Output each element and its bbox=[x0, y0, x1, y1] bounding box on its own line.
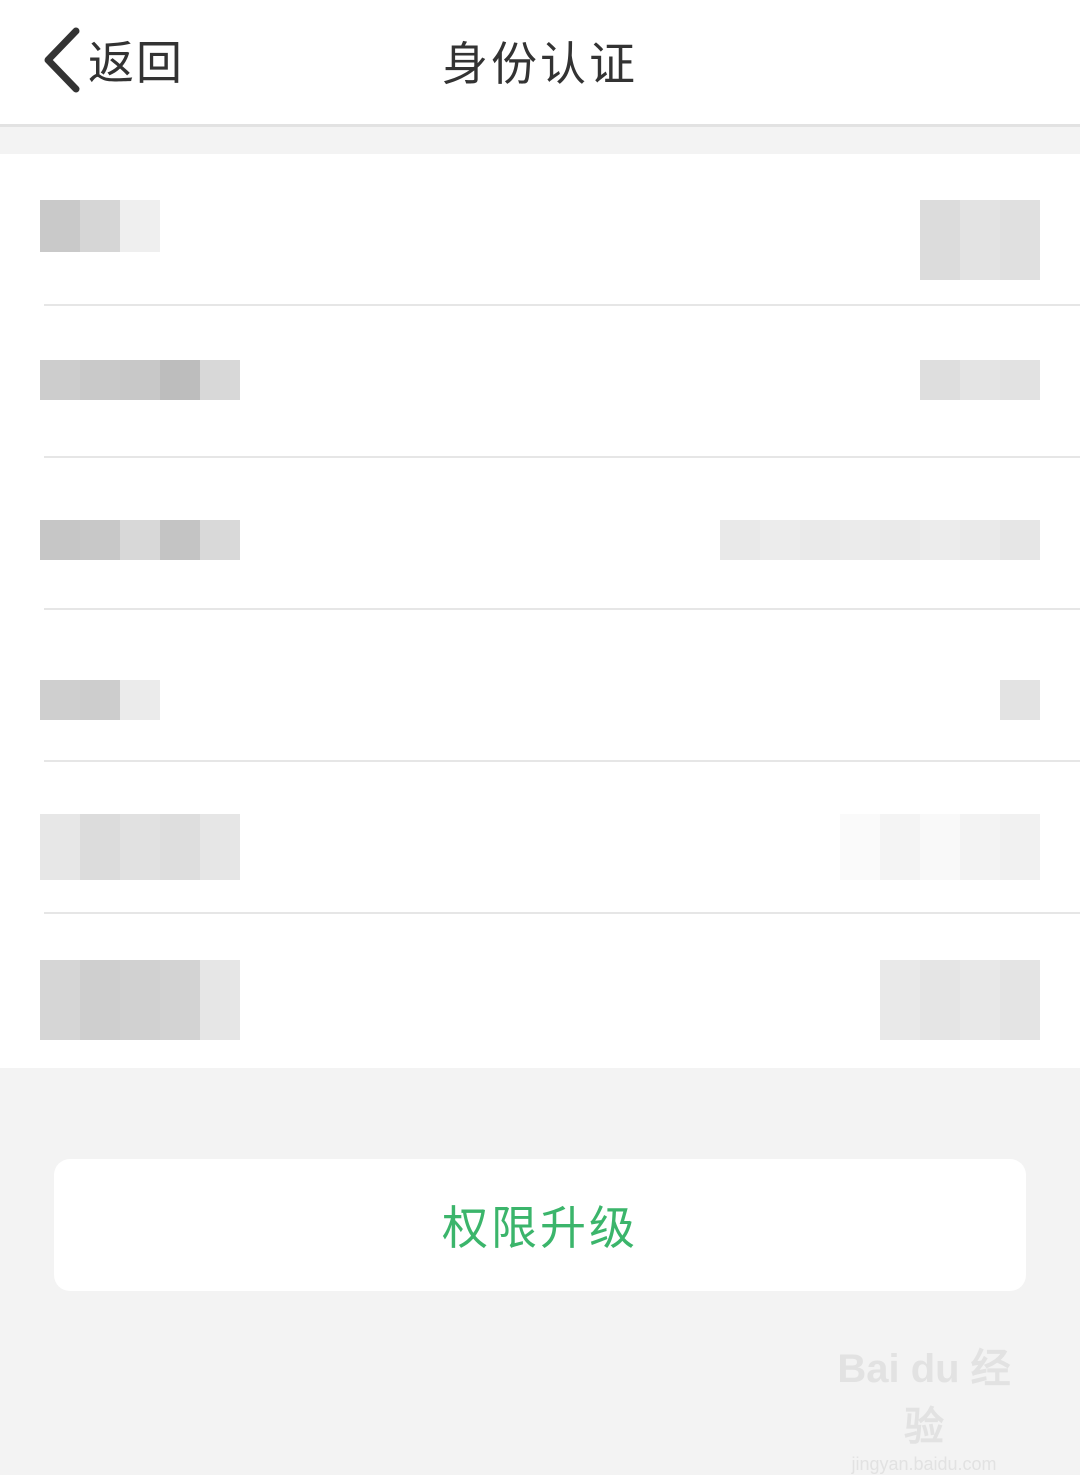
redacted-label bbox=[40, 960, 240, 1040]
list-item[interactable] bbox=[0, 306, 1080, 458]
redacted-label bbox=[40, 360, 240, 400]
redacted-label bbox=[40, 814, 240, 880]
list-item[interactable] bbox=[0, 458, 1080, 610]
list-item[interactable] bbox=[0, 762, 1080, 914]
redacted-value bbox=[920, 360, 1040, 400]
watermark: Bai du 经验 jingyan.baidu.com bbox=[824, 1336, 1024, 1475]
redacted-label bbox=[40, 200, 160, 252]
redacted-label bbox=[40, 680, 160, 720]
list-item[interactable] bbox=[0, 154, 1080, 306]
redacted-value bbox=[840, 814, 1040, 880]
watermark-url: jingyan.baidu.com bbox=[851, 1454, 997, 1474]
list-item[interactable] bbox=[0, 914, 1080, 1068]
redacted-value bbox=[1000, 680, 1040, 720]
redacted-value bbox=[920, 200, 1040, 280]
page-title: 身份认证 bbox=[442, 37, 638, 91]
redacted-label bbox=[40, 520, 240, 560]
redacted-value bbox=[720, 520, 1040, 560]
upgrade-permission-button[interactable]: 权限升级 bbox=[54, 1159, 1026, 1291]
list-item[interactable] bbox=[0, 610, 1080, 762]
upgrade-permission-label: 权限升级 bbox=[442, 1201, 638, 1255]
identity-info-list bbox=[0, 154, 1080, 1068]
redacted-value bbox=[880, 960, 1040, 1040]
nav-bar: 返回 身份认证 bbox=[0, 0, 1080, 127]
watermark-logo: Bai du 经验 bbox=[837, 1347, 1011, 1449]
